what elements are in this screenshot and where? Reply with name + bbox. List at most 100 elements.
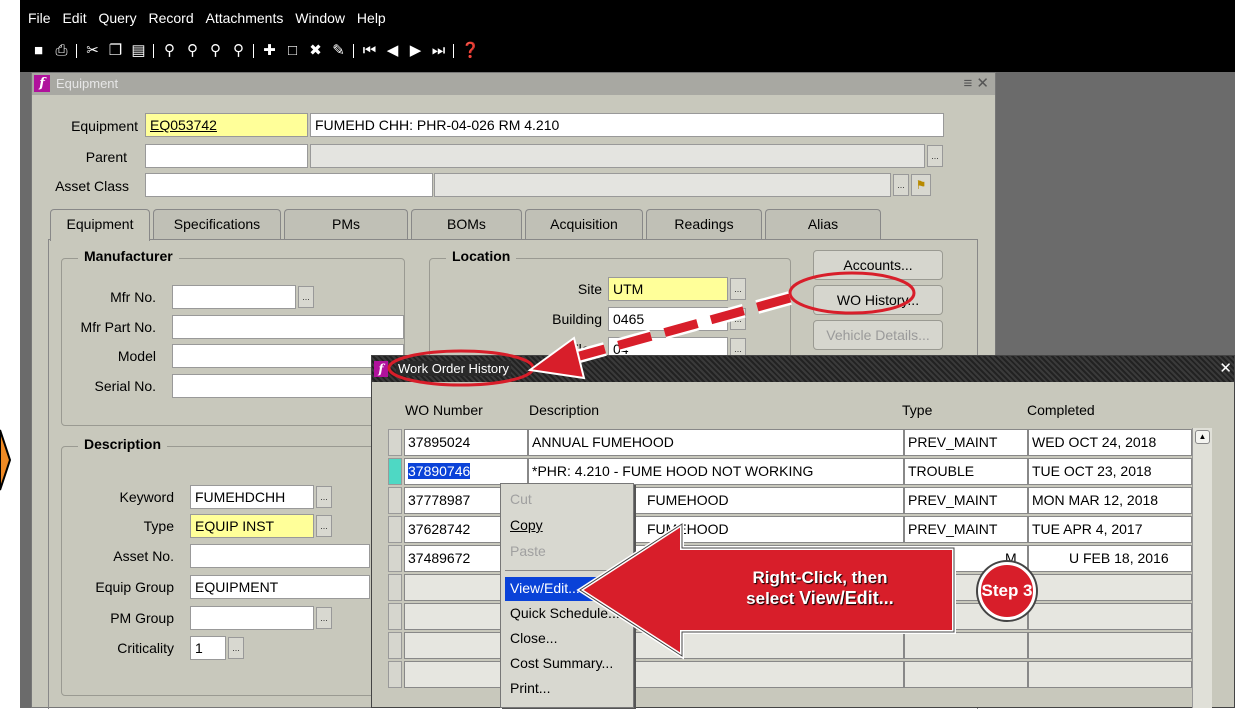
menu-query[interactable]: Query	[98, 10, 136, 26]
completed-cell[interactable]: MON MAR 12, 2018	[1028, 487, 1192, 514]
building-field[interactable]: 0465	[608, 307, 728, 331]
previous-record-icon[interactable]: ◀	[384, 42, 401, 59]
tab-equipment[interactable]: Equipment	[50, 209, 150, 241]
wo-number-cell[interactable]: 37890746	[404, 458, 528, 485]
row-indicator[interactable]	[388, 545, 402, 572]
row-indicator[interactable]	[388, 661, 402, 688]
menu-item-print[interactable]: Print...	[505, 677, 631, 701]
menu-item-close[interactable]: Close...	[505, 627, 631, 651]
zoom-icon[interactable]: ⚲	[207, 42, 224, 59]
edit-field-icon[interactable]: ✎	[330, 42, 347, 59]
last-record-icon[interactable]: ⏭	[430, 42, 447, 59]
menu-record[interactable]: Record	[148, 10, 193, 26]
building-lov-button[interactable]: ...	[730, 308, 746, 330]
equip-group-field[interactable]: EQUIPMENT	[190, 575, 370, 599]
keyword-lov-button[interactable]: ...	[316, 486, 332, 508]
tab-specifications[interactable]: Specifications	[153, 209, 281, 239]
mfr-no-lov-button[interactable]: ...	[298, 286, 314, 308]
help-icon[interactable]: ❓	[461, 42, 480, 59]
completed-cell[interactable]	[1028, 632, 1192, 659]
menu-item-cost-summary[interactable]: Cost Summary...	[505, 652, 631, 676]
parent-field[interactable]	[145, 144, 308, 168]
equipment-description-field[interactable]: FUMEHD CHH: PHR-04-026 RM 4.210	[310, 113, 944, 137]
menu-item-copy[interactable]: Copy	[505, 514, 631, 538]
menu-item-cut[interactable]: Cut	[505, 488, 631, 512]
scroll-up-icon[interactable]: ▲	[1195, 430, 1210, 444]
site-lov-button[interactable]: ...	[730, 278, 746, 300]
equipment-window-titlebar[interactable]: f Equipment ≡ ✕	[32, 73, 995, 95]
pm-group-lov-button[interactable]: ...	[316, 607, 332, 629]
translate-icon[interactable]: ⚲	[230, 42, 247, 59]
menu-item-paste[interactable]: Paste	[505, 540, 631, 564]
pm-group-field[interactable]	[190, 606, 314, 630]
description-cell[interactable]: ANNUAL FUMEHOOD	[528, 429, 904, 456]
asset-class-lov-button[interactable]: ...	[893, 174, 909, 196]
type-cell[interactable]: TROUBLE	[904, 458, 1028, 485]
next-record-icon[interactable]: ▶	[407, 42, 424, 59]
delete-record-icon[interactable]: ✖	[307, 42, 324, 59]
find-icon[interactable]: ⚲	[161, 42, 178, 59]
completed-cell[interactable]	[1028, 603, 1192, 630]
tab-readings[interactable]: Readings	[646, 209, 762, 239]
row-indicator[interactable]	[388, 487, 402, 514]
model-field[interactable]	[172, 344, 404, 368]
completed-cell[interactable]	[1028, 661, 1192, 688]
tab-pms[interactable]: PMs	[284, 209, 408, 239]
tab-alias[interactable]: Alias	[765, 209, 881, 239]
mfr-no-field[interactable]	[172, 285, 296, 309]
tab-boms[interactable]: BOMs	[411, 209, 522, 239]
menu-attachments[interactable]: Attachments	[206, 10, 284, 26]
completed-cell[interactable]: WED OCT 24, 2018	[1028, 429, 1192, 456]
description-cell[interactable]: *PHR: 4.210 - FUME HOOD NOT WORKING	[528, 458, 904, 485]
tab-acquisition[interactable]: Acquisition	[525, 209, 643, 239]
type-cell[interactable]	[904, 632, 1028, 659]
paste-icon[interactable]: ▤	[130, 42, 147, 59]
completed-cell[interactable]: TUE OCT 23, 2018	[1028, 458, 1192, 485]
parent-lov-button[interactable]: ...	[927, 145, 943, 167]
clear-record-icon[interactable]: □	[284, 42, 301, 59]
vehicle-details-button[interactable]: Vehicle Details...	[813, 320, 943, 350]
wo-number-cell[interactable]: 37895024	[404, 429, 528, 456]
type-cell[interactable]: PREV_MAINT	[904, 429, 1028, 456]
copy-icon[interactable]: ❐	[107, 42, 124, 59]
cut-icon[interactable]: ✂	[84, 42, 101, 59]
row-indicator[interactable]	[388, 603, 402, 630]
completed-cell[interactable]: TUE APR 4, 2017	[1028, 516, 1192, 543]
serial-no-field[interactable]	[172, 374, 404, 398]
window-close-icon[interactable]: ≡ ✕	[964, 74, 990, 92]
row-indicator[interactable]	[388, 516, 402, 543]
asset-no-field[interactable]	[190, 544, 370, 568]
completed-cell[interactable]: U FEB 18, 2016	[1028, 545, 1192, 572]
row-indicator[interactable]	[388, 429, 402, 456]
type-cell[interactable]: PREV_MAINT	[904, 487, 1028, 514]
equipment-field[interactable]: EQ053742	[145, 113, 308, 137]
print-icon[interactable]: ⎙	[53, 42, 70, 59]
vertical-scrollbar[interactable]: ▲	[1192, 428, 1212, 708]
type-cell[interactable]: PREV_MAINT	[904, 516, 1028, 543]
work-order-history-titlebar[interactable]: f Work Order History ✕	[372, 356, 1234, 382]
find-all-icon[interactable]: ⚲	[184, 42, 201, 59]
menu-help[interactable]: Help	[357, 10, 386, 26]
new-record-icon[interactable]: ✚	[261, 42, 278, 59]
menu-item-view-edit[interactable]: View/Edit...	[505, 577, 631, 601]
asset-class-field[interactable]	[145, 173, 433, 197]
first-record-icon[interactable]: ⏮	[361, 42, 378, 59]
row-indicator-current[interactable]	[388, 458, 402, 485]
keyword-field[interactable]: FUMEHDCHH	[190, 485, 314, 509]
hierarchy-icon[interactable]: ⚑	[911, 174, 931, 196]
completed-cell[interactable]	[1028, 574, 1192, 601]
menu-edit[interactable]: Edit	[62, 10, 86, 26]
wo-history-button[interactable]: WO History...	[813, 285, 943, 315]
type-cell[interactable]	[904, 661, 1028, 688]
row-indicator[interactable]	[388, 632, 402, 659]
criticality-field[interactable]: 1	[190, 636, 226, 660]
menu-window[interactable]: Window	[295, 10, 345, 26]
mfr-part-no-field[interactable]	[172, 315, 404, 339]
criticality-lov-button[interactable]: ...	[228, 637, 244, 659]
row-indicator[interactable]	[388, 574, 402, 601]
site-field[interactable]: UTM	[608, 277, 728, 301]
close-icon[interactable]: ✕	[1219, 359, 1232, 377]
type-lov-button[interactable]: ...	[316, 515, 332, 537]
type-field[interactable]: EQUIP INST	[190, 514, 314, 538]
save-icon[interactable]: ■	[30, 42, 47, 59]
